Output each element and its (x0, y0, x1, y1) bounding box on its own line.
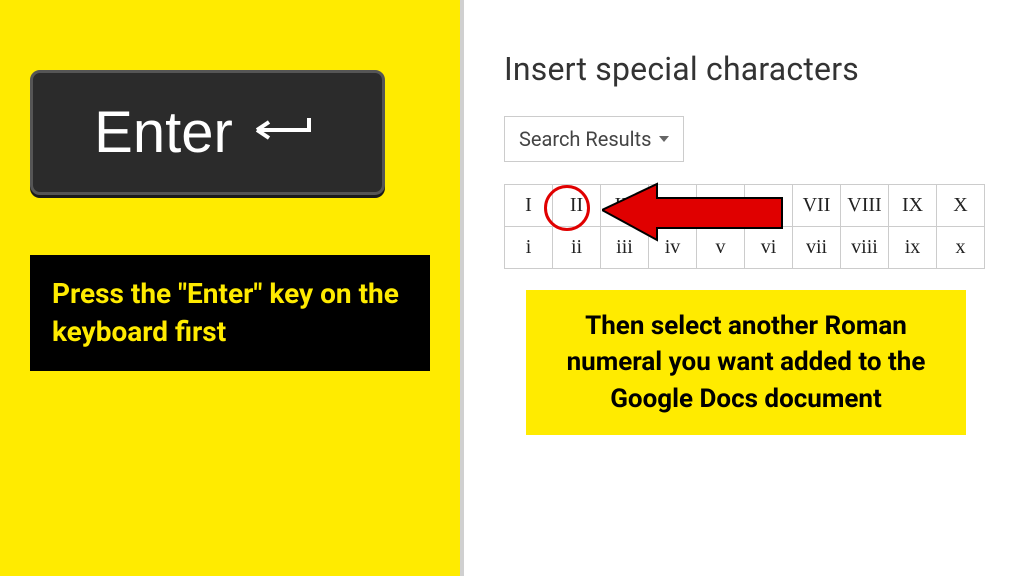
dropdown-label: Search Results (519, 127, 651, 151)
table-row: I II III IV V VI VII VIII IX X (505, 185, 985, 227)
instruction-left-text: Press the "Enter" key on the keyboard fi… (52, 277, 399, 348)
enter-key: Enter (30, 70, 385, 195)
character-grid: I II III IV V VI VII VIII IX X i ii iii … (504, 184, 985, 269)
char-cell[interactable]: IV (649, 185, 697, 227)
char-cell[interactable]: I (505, 185, 553, 227)
char-cell[interactable]: VIII (841, 185, 889, 227)
char-cell[interactable]: viii (841, 227, 889, 269)
char-cell[interactable]: x (937, 227, 985, 269)
char-cell[interactable]: III (601, 185, 649, 227)
dialog-title: Insert special characters (504, 50, 1014, 88)
char-cell[interactable]: IX (889, 185, 937, 227)
table-row: i ii iii iv v vi vii viii ix x (505, 227, 985, 269)
char-cell[interactable]: V (697, 185, 745, 227)
char-cell[interactable]: ix (889, 227, 937, 269)
char-cell[interactable]: vi (745, 227, 793, 269)
char-cell[interactable]: II (553, 185, 601, 227)
search-results-dropdown[interactable]: Search Results (504, 116, 684, 162)
char-cell[interactable]: VII (793, 185, 841, 227)
char-cell[interactable]: iv (649, 227, 697, 269)
char-cell[interactable]: vii (793, 227, 841, 269)
instruction-right: Then select another Roman numeral you wa… (526, 290, 966, 435)
enter-arrow-icon (251, 110, 321, 156)
right-panel: Insert special characters Search Results… (464, 0, 1024, 576)
instruction-left: Press the "Enter" key on the keyboard fi… (30, 255, 430, 371)
char-cell[interactable]: i (505, 227, 553, 269)
char-cell[interactable]: X (937, 185, 985, 227)
char-cell[interactable]: iii (601, 227, 649, 269)
caret-down-icon (659, 136, 669, 142)
instruction-right-text: Then select another Roman numeral you wa… (567, 311, 926, 414)
char-cell[interactable]: v (697, 227, 745, 269)
char-cell[interactable]: ii (553, 227, 601, 269)
char-cell[interactable]: VI (745, 185, 793, 227)
enter-key-label: Enter (94, 99, 233, 166)
left-panel: Enter Press the "Enter" key on the keybo… (0, 0, 460, 576)
